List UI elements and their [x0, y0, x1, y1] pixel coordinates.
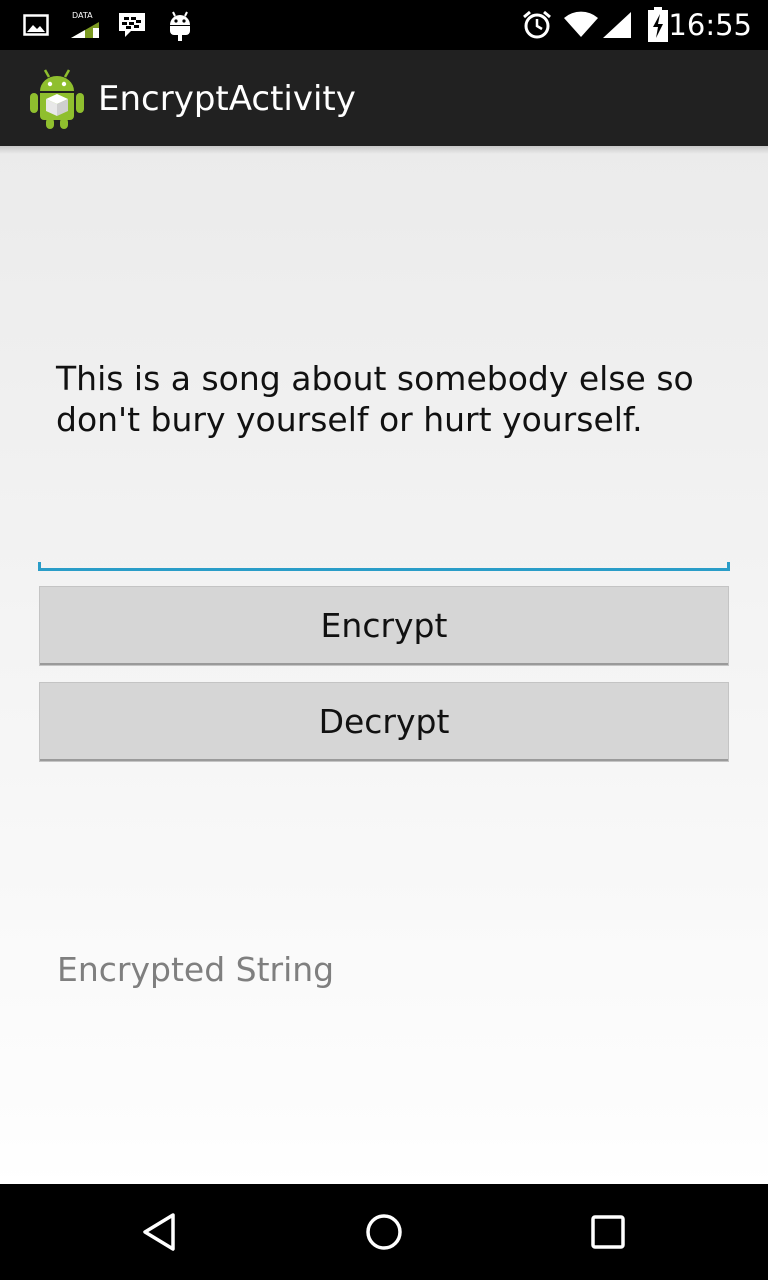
- decrypt-button[interactable]: Decrypt: [40, 683, 728, 761]
- back-icon[interactable]: [112, 1184, 208, 1280]
- encrypted-string-text: Encrypted String: [57, 950, 335, 989]
- bbm-icon: [116, 0, 148, 50]
- navigation-bar: [0, 1184, 768, 1280]
- gallery-icon: [22, 0, 50, 50]
- action-bar: EncryptActivity: [0, 50, 768, 146]
- page-title: EncryptActivity: [98, 79, 356, 119]
- status-bar: DATA 16:55: [0, 0, 768, 50]
- text-input[interactable]: [38, 526, 730, 568]
- encrypt-button[interactable]: Encrypt: [40, 587, 728, 665]
- home-icon[interactable]: [336, 1184, 432, 1280]
- android-app-icon[interactable]: [28, 66, 86, 130]
- message-text: This is a song about somebody else so do…: [56, 359, 694, 439]
- alarm-icon: [520, 0, 554, 50]
- content-area: This is a song about somebody else so do…: [0, 146, 768, 1184]
- action-bar-shadow: [0, 146, 768, 154]
- input-underline: [38, 568, 730, 571]
- data-badge-label: DATA: [72, 11, 93, 20]
- data-signal-icon: DATA: [68, 0, 102, 50]
- input-field-container: [38, 526, 730, 572]
- android-icon: [166, 0, 194, 50]
- cell-signal-icon: [600, 0, 634, 50]
- status-time: 16:55: [668, 8, 752, 42]
- wifi-icon: [562, 0, 600, 50]
- recents-icon[interactable]: [560, 1184, 656, 1280]
